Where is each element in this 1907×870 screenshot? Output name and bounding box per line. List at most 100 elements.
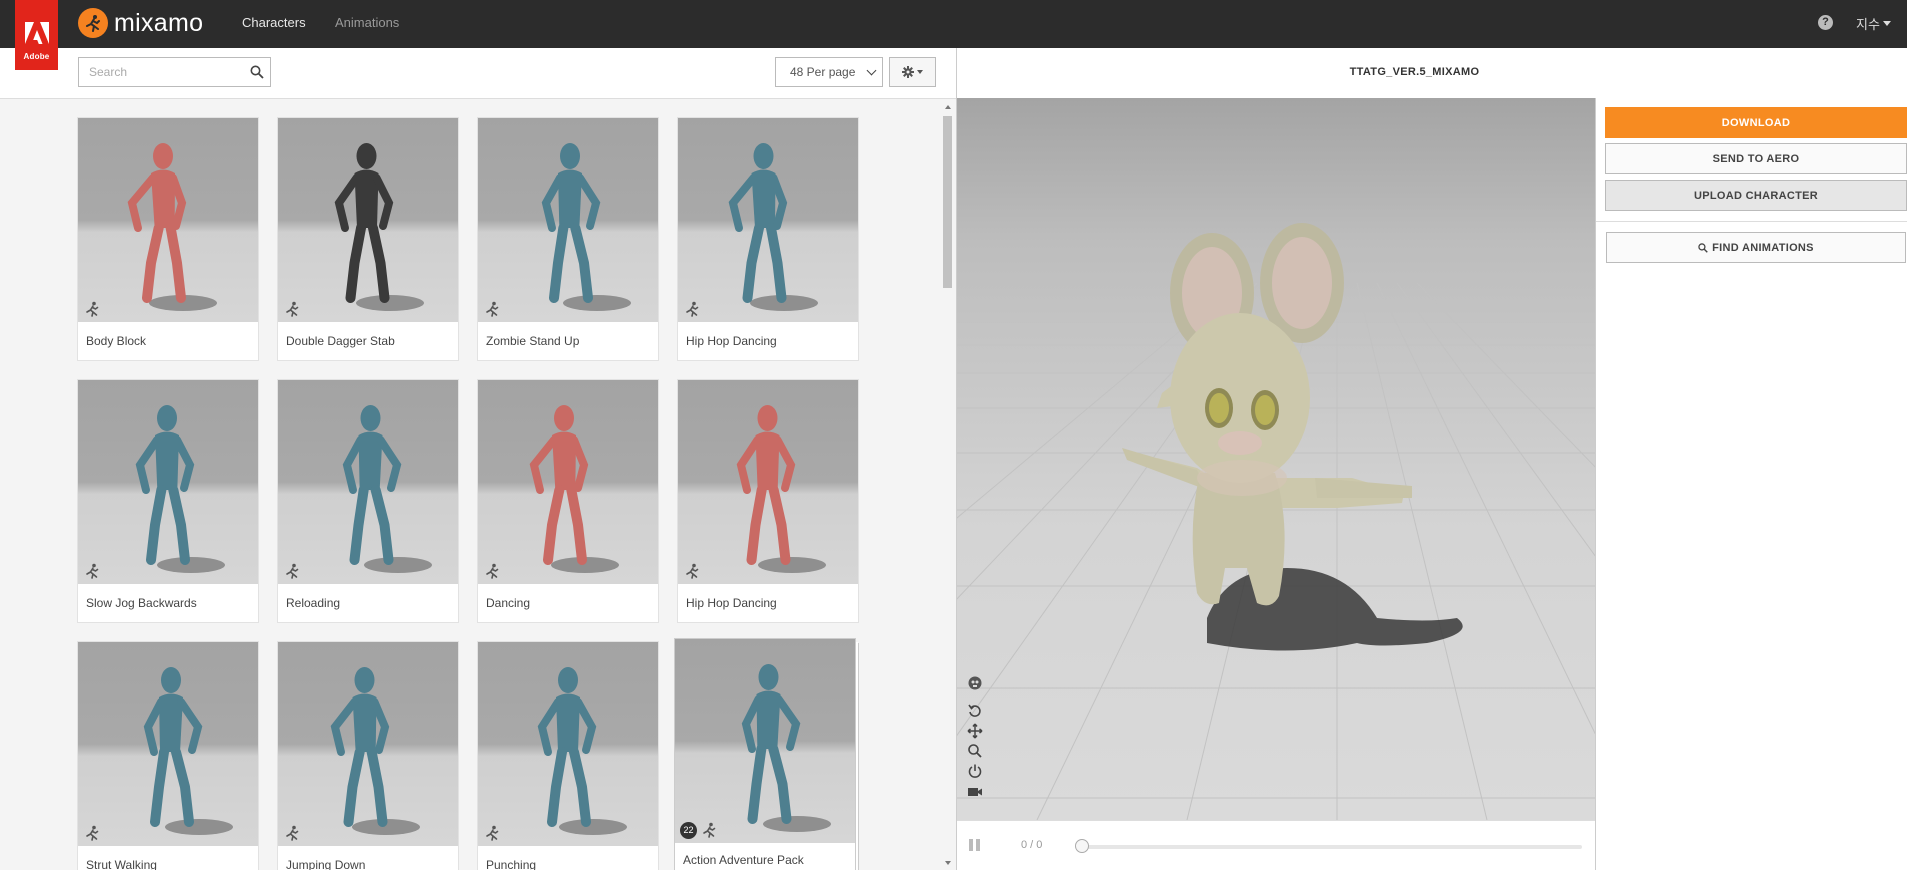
running-man-icon: [286, 825, 299, 841]
character-figure: [741, 664, 831, 832]
running-man-icon: [486, 825, 499, 841]
find-animations-button[interactable]: FIND ANIMATIONS: [1606, 232, 1906, 263]
pause-icon: [969, 839, 973, 851]
running-man-icon: [86, 825, 99, 841]
animation-label: Hip Hop Dancing: [686, 334, 777, 348]
send-to-aero-button[interactable]: SEND TO AERO: [1605, 143, 1907, 174]
per-page-select[interactable]: 48 Per page: [775, 57, 883, 87]
animation-thumbnail[interactable]: [678, 118, 858, 322]
reset-view-icon[interactable]: [967, 703, 983, 719]
chevron-down-icon: [1882, 21, 1891, 26]
animation-label: Dancing: [486, 596, 531, 610]
top-navigation-bar: Adobe mixamo Characters Animations ? 지수: [0, 0, 1907, 70]
character-figure: [736, 405, 826, 573]
help-icon[interactable]: ?: [1818, 15, 1833, 30]
running-man-icon: [703, 822, 716, 838]
brand-name: mixamo: [114, 8, 204, 37]
animation-thumbnail[interactable]: [478, 118, 658, 322]
animation-thumbnail[interactable]: [278, 642, 458, 846]
animation-card[interactable]: Reloading: [278, 380, 458, 622]
running-man-icon: [486, 563, 499, 579]
animation-card[interactable]: Zombie Stand Up: [478, 118, 658, 360]
user-name: 지수: [1856, 17, 1880, 32]
animation-thumbnail[interactable]: [78, 118, 258, 322]
adobe-label: Adobe: [23, 52, 50, 61]
search-icon[interactable]: [250, 65, 264, 79]
skeleton-icon[interactable]: [967, 675, 983, 691]
timeline-scrubber[interactable]: [1075, 839, 1089, 853]
animation-label: Hip Hop Dancing: [686, 596, 777, 610]
character-figure: [728, 143, 818, 311]
pack-count-badge: 22: [680, 822, 697, 839]
settings-button[interactable]: [889, 57, 936, 87]
animation-label: Strut Walking: [86, 858, 157, 870]
zoom-icon[interactable]: [967, 743, 983, 759]
animation-card[interactable]: Double Dagger Stab: [278, 118, 458, 360]
animation-pack-card[interactable]: 22 Action Adventure Pack: [675, 639, 855, 870]
timeline-track[interactable]: [1082, 845, 1582, 849]
per-page-value: 48 Per page: [790, 65, 856, 79]
animation-thumbnail[interactable]: [278, 118, 458, 322]
character-figure: [127, 143, 217, 311]
gear-icon: [902, 66, 914, 78]
character-figure: [342, 405, 432, 573]
user-menu[interactable]: 지수: [1856, 14, 1891, 33]
character-title: TTATG_VER.5_MIXAMO: [1349, 66, 1480, 78]
animation-card[interactable]: Slow Jog Backwards: [78, 380, 258, 622]
nav-characters-tab[interactable]: Characters: [242, 15, 306, 30]
animation-card[interactable]: Body Block: [78, 118, 258, 360]
character-figure: [537, 667, 627, 835]
animation-card[interactable]: Jumping Down: [278, 642, 458, 870]
running-man-icon: [86, 301, 99, 317]
running-man-icon: [486, 301, 499, 317]
animation-thumbnail[interactable]: 22: [675, 639, 855, 843]
find-animations-label: FIND ANIMATIONS: [1712, 241, 1814, 254]
chevron-down-icon: [866, 65, 877, 76]
animation-thumbnail[interactable]: [478, 642, 658, 846]
animation-card[interactable]: Hip Hop Dancing: [678, 380, 858, 622]
upload-character-button[interactable]: UPLOAD CHARACTER: [1605, 180, 1907, 211]
character-figure: [330, 667, 420, 835]
running-man-icon: [86, 563, 99, 579]
scrollbar-thumb[interactable]: [943, 116, 952, 288]
running-man-icon: [286, 301, 299, 317]
mixamo-brand[interactable]: mixamo: [78, 8, 203, 38]
character-figure: [334, 143, 424, 311]
animation-thumbnail[interactable]: [78, 642, 258, 846]
mixamo-logo-icon: [78, 8, 108, 38]
pause-button[interactable]: [969, 839, 981, 851]
viewer-header: TTATG_VER.5_MIXAMO: [957, 48, 1907, 98]
power-icon[interactable]: [967, 763, 983, 779]
animation-card[interactable]: Punching: [478, 642, 658, 870]
grid-scrollbar[interactable]: [940, 100, 956, 870]
scroll-down-arrow-icon[interactable]: [945, 861, 951, 865]
adobe-a-icon: [24, 22, 49, 44]
character-figure: [541, 143, 631, 311]
3d-viewport[interactable]: [957, 98, 1595, 820]
pan-icon[interactable]: [967, 723, 983, 739]
search-input[interactable]: [79, 58, 243, 86]
download-button[interactable]: DOWNLOAD: [1605, 107, 1907, 138]
animation-label: Jumping Down: [286, 858, 366, 870]
nav-animations-tab[interactable]: Animations: [335, 15, 399, 30]
animation-card[interactable]: Dancing: [478, 380, 658, 622]
animation-label: Punching: [486, 858, 537, 870]
scroll-up-arrow-icon[interactable]: [945, 105, 951, 109]
running-man-icon: [686, 563, 699, 579]
playback-bar: 0 / 0: [957, 820, 1595, 870]
animation-thumbnail[interactable]: [478, 380, 658, 584]
character-preview: [957, 223, 1595, 820]
animation-thumbnail[interactable]: [278, 380, 458, 584]
frame-counter: 0 / 0: [1021, 839, 1043, 851]
chevron-down-icon: [917, 70, 923, 74]
animation-label: Body Block: [86, 334, 147, 348]
animation-card[interactable]: Strut Walking: [78, 642, 258, 870]
camera-icon[interactable]: [967, 784, 983, 800]
pause-icon-bar: [976, 839, 980, 851]
animation-grid: Body Block Double Dagger Stab Zombie Stand…: [0, 100, 956, 870]
animation-thumbnail[interactable]: [678, 380, 858, 584]
adobe-logo[interactable]: Adobe: [15, 0, 58, 70]
animation-thumbnail[interactable]: [78, 380, 258, 584]
animation-card[interactable]: Hip Hop Dancing: [678, 118, 858, 360]
running-man-icon: [686, 301, 699, 317]
